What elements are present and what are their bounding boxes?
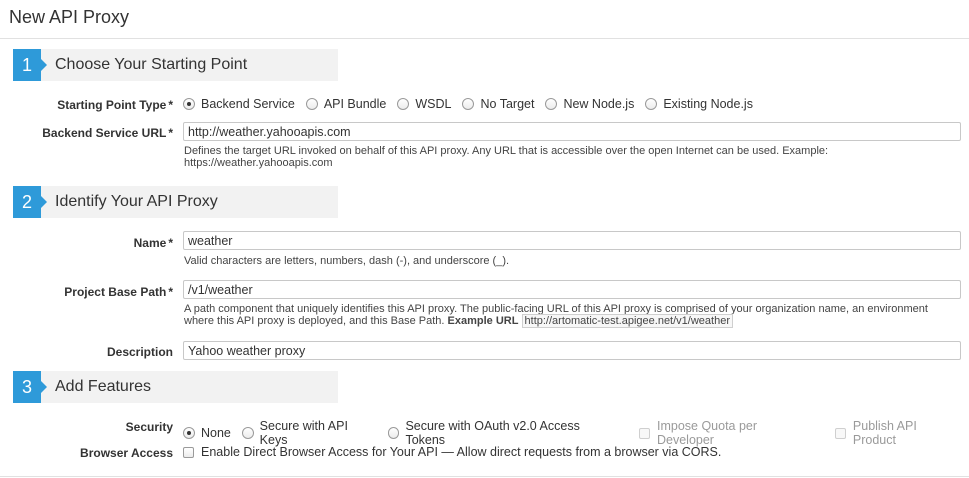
section-title: Add Features <box>55 378 152 395</box>
bottom-divider <box>0 476 969 477</box>
section-header-add-features: 3 Add Features <box>13 371 338 403</box>
checkbox-publish-api-product[interactable]: Publish API Product <box>835 419 961 447</box>
radio-button-icon[interactable] <box>645 98 658 110</box>
radio-button-icon[interactable] <box>183 98 195 110</box>
project-base-path-input[interactable] <box>183 280 961 299</box>
security-label: Security <box>125 420 173 434</box>
checkbox-browser-access[interactable]: Enable Direct Browser Access for Your AP… <box>183 445 721 459</box>
radio-secure-api-keys[interactable]: Secure with API Keys <box>241 419 377 447</box>
backend-service-url-help: Defines the target URL invoked on behalf… <box>184 145 829 169</box>
starting-point-type-label: Starting Point Type * <box>57 98 173 112</box>
radio-button-icon[interactable] <box>183 427 195 439</box>
backend-service-url-input[interactable] <box>183 122 961 141</box>
project-base-path-label: Project Base Path * <box>64 285 173 299</box>
section-header-identify-proxy: 2 Identify Your API Proxy <box>13 186 338 218</box>
page-header: New API Proxy <box>0 0 969 39</box>
name-label: Name * <box>133 236 173 250</box>
browser-access-label: Browser Access <box>80 446 173 460</box>
checkbox-icon[interactable] <box>639 427 650 439</box>
radio-button-icon[interactable] <box>305 98 318 110</box>
example-url-code: http://artomatic-test.apigee.net/v1/weat… <box>521 314 733 328</box>
checkbox-icon[interactable] <box>835 427 846 439</box>
section-title: Choose Your Starting Point <box>55 56 248 73</box>
radio-security-none[interactable]: None <box>183 426 231 440</box>
name-help: Valid characters are letters, numbers, d… <box>184 255 510 267</box>
name-input[interactable] <box>183 231 961 250</box>
browser-access-group: Enable Direct Browser Access for Your AP… <box>183 445 732 459</box>
radio-backend-service[interactable]: Backend Service <box>183 97 295 111</box>
starting-point-type-radio-group: Backend Service API Bundle WSDL No Targe… <box>183 97 764 111</box>
description-input[interactable] <box>183 341 961 360</box>
security-radio-group: None Secure with API Keys Secure with OA… <box>183 419 961 447</box>
radio-button-icon[interactable] <box>545 98 558 110</box>
section-header-starting-point: 1 Choose Your Starting Point <box>13 49 338 81</box>
radio-new-nodejs[interactable]: New Node.js <box>545 97 634 111</box>
checkbox-icon[interactable] <box>183 446 194 458</box>
page-title: New API Proxy <box>9 7 130 27</box>
step-number-badge: 2 <box>13 186 47 218</box>
radio-existing-nodejs[interactable]: Existing Node.js <box>645 97 753 111</box>
checkbox-impose-quota[interactable]: Impose Quota per Developer <box>639 419 814 447</box>
radio-button-icon[interactable] <box>241 427 254 439</box>
radio-secure-oauth[interactable]: Secure with OAuth v2.0 Access Tokens <box>387 419 619 447</box>
radio-button-icon[interactable] <box>462 98 475 110</box>
section-title: Identify Your API Proxy <box>55 193 218 210</box>
radio-button-icon[interactable] <box>387 427 400 439</box>
radio-no-target[interactable]: No Target <box>462 97 534 111</box>
description-label: Description <box>106 345 173 359</box>
project-base-path-help: A path component that uniquely identifie… <box>184 303 928 328</box>
step-number-badge: 1 <box>13 49 47 81</box>
radio-wsdl[interactable]: WSDL <box>397 97 451 111</box>
radio-button-icon[interactable] <box>397 98 410 110</box>
step-number-badge: 3 <box>13 371 47 403</box>
radio-api-bundle[interactable]: API Bundle <box>305 97 386 111</box>
backend-service-url-label: Backend Service URL * <box>42 126 173 140</box>
